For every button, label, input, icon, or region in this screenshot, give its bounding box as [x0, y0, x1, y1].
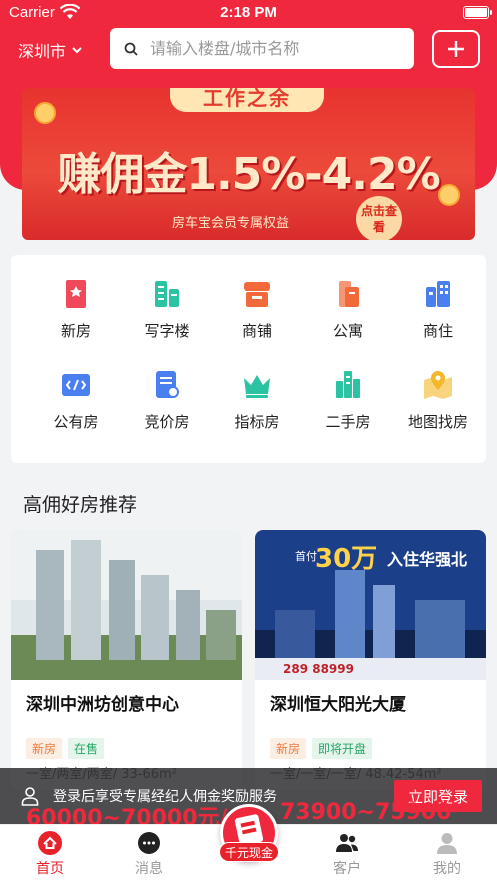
search-box[interactable] [110, 28, 414, 69]
tab-home[interactable]: 首页 [10, 831, 90, 878]
ad-phone: 289 88999 [283, 662, 354, 676]
status-bar: Carrier 2:18 PM [0, 0, 497, 26]
category-apartment[interactable]: 公寓 [303, 277, 393, 341]
category-label: 指标房 [234, 413, 280, 431]
tab-label: 消息 [135, 861, 163, 877]
code-screen-icon [62, 374, 90, 396]
buildings-icon [426, 281, 450, 307]
property-photo [11, 530, 242, 680]
property-badge: 在售 [68, 738, 105, 759]
cash-reward-label: 千元现金 [219, 842, 279, 862]
promo-banner[interactable]: 工作之余 赚佣金1.5%-4.2% 房车宝会员专属权益 点击查看 [22, 88, 475, 240]
property-card[interactable]: 首付 30万 入住华强北 289 88999 深圳恒大阳光大厦 新房 即将开盘 … [255, 530, 486, 790]
tab-label: 我的 [433, 861, 461, 877]
category-bookmark[interactable]: 新房 [31, 277, 121, 341]
search-input[interactable] [150, 39, 400, 58]
tab-customers[interactable]: 客户 [307, 831, 387, 878]
property-badge: 新房 [26, 738, 63, 759]
property-badge: 即将开盘 [312, 738, 373, 759]
tab-label: 客户 [333, 861, 361, 877]
category-label: 写字楼 [144, 322, 190, 340]
tab-profile[interactable]: 我的 [407, 831, 487, 878]
office-building-icon [155, 281, 179, 307]
city-label: 深圳市 [18, 42, 67, 61]
category-map-pin[interactable]: 地图找房 [393, 368, 483, 432]
category-document-search[interactable]: 竞价房 [122, 368, 212, 432]
category-code-screen[interactable]: 公有房 [31, 368, 121, 432]
ad-headline: 入住华强北 [387, 550, 468, 569]
banner-subtitle: 房车宝会员专属权益 [172, 216, 290, 231]
property-badge: 新房 [270, 738, 307, 759]
category-label: 公有房 [53, 413, 99, 431]
chat-icon [138, 832, 160, 854]
category-label: 地图找房 [407, 413, 468, 431]
clock: 2:18 PM [220, 4, 277, 21]
category-label: 商住 [422, 322, 453, 340]
banner-headline: 赚佣金1.5%-4.2% [57, 149, 440, 200]
category-label: 新房 [60, 322, 91, 340]
chevron-down-icon [72, 46, 82, 53]
crown-icon [244, 375, 270, 398]
storefront-icon [244, 282, 270, 307]
home-icon [38, 831, 62, 855]
city-selector[interactable]: 深圳市 [18, 38, 82, 62]
category-city[interactable]: 二手房 [303, 368, 393, 432]
tab-label: 首页 [36, 861, 64, 877]
category-label: 竞价房 [144, 413, 190, 431]
battery-icon [463, 6, 492, 19]
profile-icon [437, 833, 457, 854]
banner-cta[interactable]: 点击查看 [356, 196, 402, 240]
category-storefront[interactable]: 商铺 [212, 277, 302, 341]
bookmark-icon [66, 280, 86, 308]
ad-price-highlight: 30万 [315, 544, 378, 574]
apartment-icon [339, 281, 359, 307]
property-name: 深圳恒大阳光大厦 [270, 695, 406, 715]
coin-decoration [34, 102, 56, 124]
property-card[interactable]: 深圳中洲坊创意中心 新房 在售 一室/两室/两室/ 33-66m² [11, 530, 242, 790]
tab-messages[interactable]: 消息 [109, 831, 189, 878]
category-label: 二手房 [325, 413, 371, 431]
city-icon [336, 371, 360, 398]
add-button[interactable] [432, 30, 480, 68]
document-search-icon [156, 371, 179, 398]
category-label: 公寓 [332, 322, 363, 340]
search-icon [124, 42, 138, 56]
category-office-building[interactable]: 写字楼 [122, 277, 212, 341]
customers-icon [336, 834, 358, 852]
section-title: 高佣好房推荐 [23, 494, 138, 516]
coin-decoration [438, 184, 460, 206]
category-label: 商铺 [241, 322, 272, 340]
plus-icon [448, 41, 464, 57]
category-buildings[interactable]: 商住 [393, 277, 483, 341]
category-crown[interactable]: 指标房 [212, 368, 302, 432]
map-pin-icon [424, 371, 452, 399]
property-name: 深圳中洲坊创意中心 [26, 695, 179, 715]
banner-tag: 工作之余 [170, 88, 324, 112]
ad-prefix: 首付 [295, 550, 317, 563]
category-grid: 新房 写字楼 商铺 公寓 商住公有房 竞价房 指标房 二手房 地图找房 [11, 255, 486, 463]
